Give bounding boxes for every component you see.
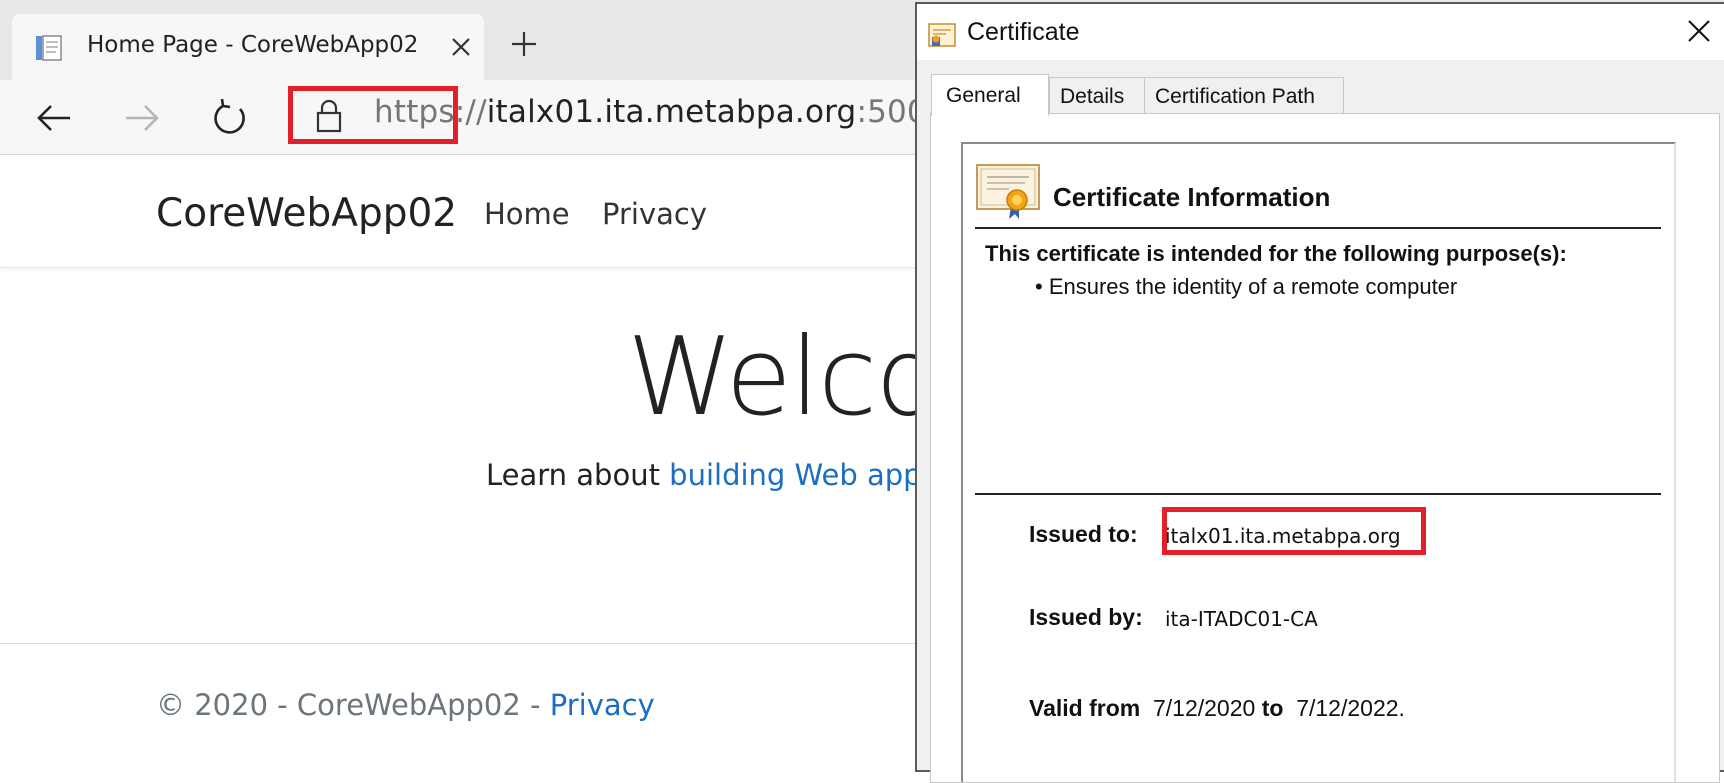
certificate-info-heading: Certificate Information — [1053, 182, 1331, 212]
back-arrow-icon[interactable] — [34, 98, 74, 138]
nav-link-home[interactable]: Home — [484, 197, 570, 231]
purpose-item: • Ensures the identity of a remote compu… — [1035, 274, 1458, 299]
dialog-titlebar: Certificate — [917, 4, 1724, 60]
tab-general[interactable]: General — [931, 74, 1049, 116]
valid-to-label: to — [1261, 695, 1284, 721]
issued-by-value: ita-ITADC01-CA — [1165, 607, 1318, 631]
nav-link-privacy[interactable]: Privacy — [602, 197, 707, 231]
purpose-heading: This certificate is intended for the fol… — [985, 241, 1567, 266]
validity-line: Valid from 7/12/2020 to 7/12/2022. — [1029, 695, 1405, 722]
footer-divider — [0, 643, 920, 644]
close-icon[interactable] — [450, 36, 472, 58]
valid-from-value: 7/12/2020 — [1152, 695, 1256, 721]
browser-tab[interactable]: Home Page - CoreWebApp02 — [12, 14, 484, 80]
valid-to-value: 7/12/2022. — [1296, 695, 1405, 721]
purpose-divider — [975, 493, 1661, 495]
page-icon — [36, 35, 62, 61]
footer-text: © 2020 - CoreWebApp02 - — [156, 688, 550, 722]
url-host: italx01.ita.metabpa.org — [486, 94, 857, 130]
issued-to-highlight-box — [1162, 507, 1426, 555]
footer: © 2020 - CoreWebApp02 - Privacy — [156, 688, 655, 722]
footer-privacy-link[interactable]: Privacy — [550, 688, 655, 722]
address-bar[interactable]: https://italx01.ita.metabpa.org:5001 — [374, 94, 947, 130]
refresh-icon[interactable] — [210, 98, 250, 138]
welcome-heading: Welco — [627, 315, 941, 440]
learn-prefix: Learn about — [486, 458, 670, 492]
valid-from-label: Valid from — [1029, 695, 1141, 721]
tab-details[interactable]: Details — [1049, 77, 1145, 114]
certificate-badge-icon — [976, 164, 1040, 219]
tab-title: Home Page - CoreWebApp02 — [87, 32, 419, 58]
general-panel: Certificate Information This certificate… — [930, 113, 1720, 783]
certificate-info-box: Certificate Information This certificate… — [961, 142, 1676, 782]
issued-to-label: Issued to: — [1029, 521, 1138, 547]
learn-text: Learn about building Web app — [486, 458, 922, 492]
site-brand[interactable]: CoreWebApp02 — [156, 191, 457, 236]
tab-certification-path[interactable]: Certification Path — [1144, 77, 1344, 114]
issued-by-label: Issued by: — [1029, 604, 1143, 630]
certificate-dialog: Certificate General Details Certificatio… — [915, 2, 1724, 783]
certificate-icon — [928, 23, 956, 47]
learn-link[interactable]: building Web app — [669, 458, 921, 492]
dialog-title: Certificate — [967, 18, 1080, 46]
plus-icon[interactable] — [510, 30, 538, 58]
close-icon[interactable] — [1687, 19, 1711, 43]
address-highlight-box — [288, 86, 458, 144]
forward-arrow-icon[interactable] — [122, 98, 162, 138]
heading-divider — [975, 227, 1661, 229]
